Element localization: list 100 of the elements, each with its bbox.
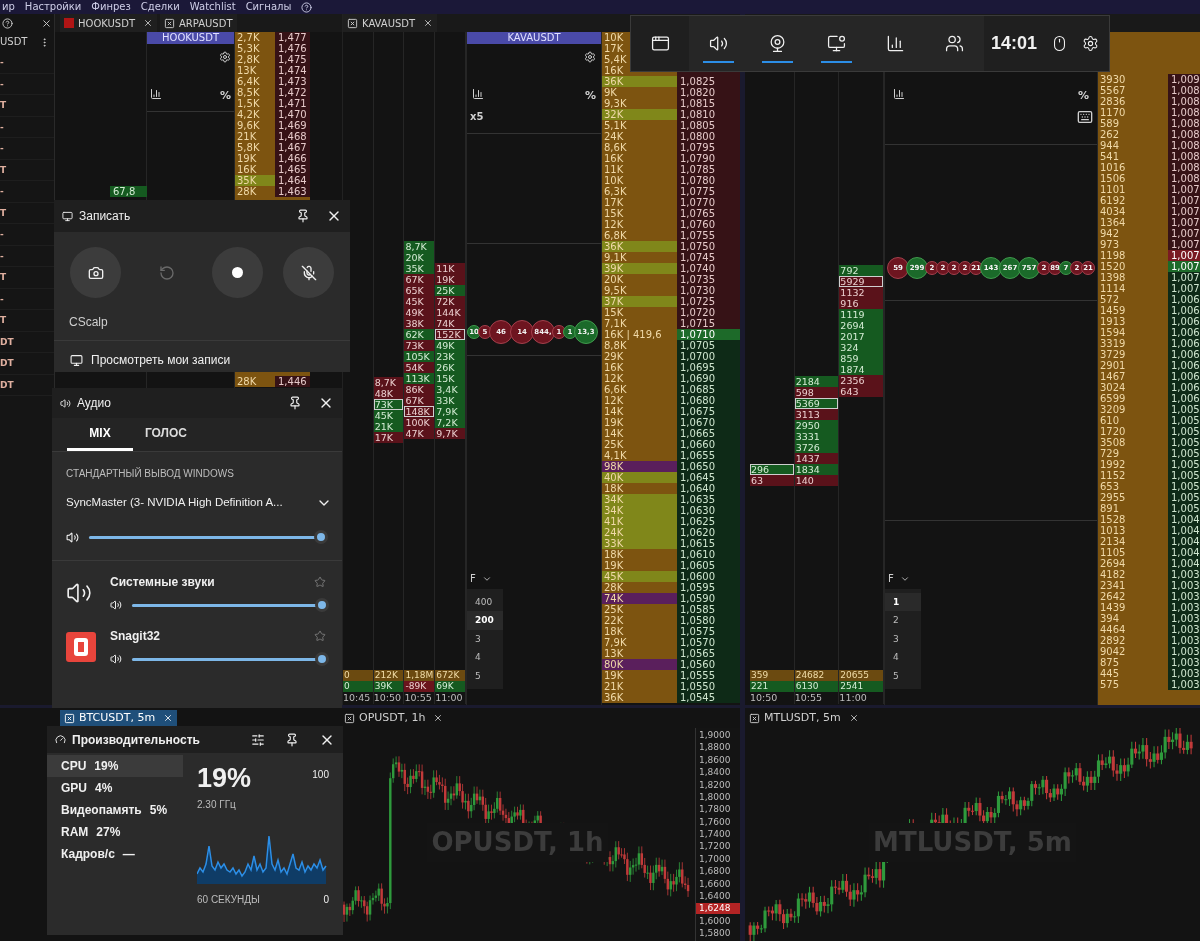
price-cell: 1,003 <box>1168 613 1200 624</box>
chart-tab[interactable]: OPUSDT, 1h <box>340 709 448 727</box>
close-icon[interactable] <box>423 18 434 28</box>
percent-button[interactable]: % <box>1077 88 1089 105</box>
chart-icon[interactable] <box>150 88 162 100</box>
volume-cell: 28K <box>235 186 275 197</box>
filter-option[interactable]: 400 <box>467 592 503 611</box>
star-icon[interactable] <box>314 630 326 643</box>
chart-title: HOOKUSDT <box>147 32 234 44</box>
clock: 14:01 <box>991 32 1038 55</box>
menu-item[interactable]: Настройки <box>24 0 82 14</box>
settings-icon[interactable] <box>219 51 231 63</box>
sidebar-title: USDT <box>0 35 28 49</box>
sliders-icon[interactable] <box>251 732 265 747</box>
axis-label: 1,8400 <box>698 767 732 779</box>
close-icon[interactable] <box>163 713 174 723</box>
price-cell: 1,474 <box>275 65 310 76</box>
cluster-cell: 21K <box>373 421 404 432</box>
filter-option[interactable]: 5 <box>885 666 921 685</box>
volume-cell: 20K <box>602 274 677 285</box>
settings-icon[interactable] <box>1082 35 1100 52</box>
percent-button[interactable]: % <box>584 88 596 105</box>
filter-dropdown[interactable]: F <box>885 568 921 589</box>
audio-tab[interactable]: MIX <box>67 418 133 451</box>
sidebar-item[interactable]: - <box>0 181 54 203</box>
metric-item[interactable]: GPU 4% <box>47 777 183 799</box>
sidebar-item[interactable]: - <box>0 138 54 160</box>
pin-icon[interactable] <box>285 732 299 747</box>
total-cell: 1,18M <box>404 670 435 681</box>
cluster-cell: 1437 <box>794 453 839 464</box>
filter-option[interactable]: 200 <box>467 611 503 630</box>
volume-slider[interactable] <box>132 651 326 668</box>
axis-label: 1,8800 <box>698 742 732 754</box>
pin-icon[interactable] <box>288 396 302 410</box>
capture-button[interactable] <box>70 247 121 298</box>
chart-tab[interactable]: BTCUSDT, 5m <box>60 709 178 727</box>
symbol-tab[interactable]: KAVAUSDT <box>343 14 438 32</box>
cluster-cell: 67K <box>404 274 435 285</box>
star-icon[interactable] <box>314 576 326 589</box>
widget-button[interactable] <box>631 16 689 71</box>
volume-slider[interactable] <box>89 529 326 546</box>
help-icon[interactable] <box>2 17 13 29</box>
sidebar-item[interactable]: - <box>0 116 54 138</box>
close-icon[interactable] <box>143 18 154 28</box>
metric-item[interactable]: Кадров/с — <box>47 843 183 865</box>
price-cell: 1,003 <box>1168 569 1200 580</box>
sidebar-item[interactable]: - <box>0 73 54 95</box>
volume-cell: 18K <box>602 483 677 494</box>
filter-dropdown[interactable]: F <box>467 568 503 589</box>
sidebar-item[interactable]: T <box>0 95 54 117</box>
pin-icon[interactable] <box>296 209 310 223</box>
device-dropdown[interactable]: SyncMaster (3- NVIDIA High Definition A... <box>66 494 332 512</box>
menu-item[interactable]: Сигналы <box>245 0 292 14</box>
menu-item[interactable]: Финрез <box>91 0 131 14</box>
filter-option[interactable]: 4 <box>885 648 921 667</box>
total-cell: 69K <box>435 681 465 692</box>
keyboard-icon[interactable] <box>1077 108 1093 125</box>
filter-option[interactable]: 3 <box>885 629 921 648</box>
cluster-cell: 1119 <box>839 309 883 320</box>
symbol-tab[interactable]: ARPAUSDT <box>160 14 237 32</box>
recordings-link[interactable]: Просмотреть мои записи <box>91 351 231 369</box>
filter-option[interactable]: 3 <box>467 629 503 648</box>
axis-label: 1,7200 <box>698 841 732 853</box>
audio-tab[interactable]: ГОЛОС <box>133 418 199 451</box>
price-cell: 1,008 <box>1168 173 1200 184</box>
volume-cell: 2,7K <box>235 32 275 43</box>
sidebar-item[interactable]: - <box>0 52 54 74</box>
widget-title: Аудио <box>77 395 112 412</box>
chart-tab[interactable]: MTLUSDT, 5m <box>745 709 863 727</box>
symbol-tab[interactable]: HOOKUSDT <box>60 14 158 32</box>
capture-button[interactable] <box>212 247 263 298</box>
price-cell: 1,471 <box>275 98 310 109</box>
price-cell: 1,0670 <box>677 417 740 428</box>
filter-option[interactable]: 4 <box>467 648 503 667</box>
cluster-cell: 2017 <box>839 331 883 342</box>
volume-cell: 19K <box>235 153 275 164</box>
menu-item[interactable]: ир <box>2 0 15 14</box>
volume-slider[interactable] <box>132 597 326 614</box>
chart-icon[interactable] <box>472 88 484 100</box>
cluster-cell: 3,4K <box>435 384 465 395</box>
help-icon[interactable] <box>301 1 313 13</box>
filter-option[interactable]: 2 <box>885 611 921 630</box>
filter-option[interactable]: 5 <box>467 666 503 685</box>
menu-item[interactable]: Сделки <box>140 0 180 14</box>
settings-icon[interactable] <box>584 51 596 63</box>
close-icon[interactable] <box>41 17 52 29</box>
close-icon[interactable] <box>433 713 444 723</box>
close-icon[interactable] <box>848 713 859 723</box>
metric-item[interactable]: Видеопамять 5% <box>47 799 183 821</box>
volume-cell: 37K <box>602 296 677 307</box>
chart-icon[interactable] <box>893 88 905 100</box>
sidebar-item[interactable]: T <box>0 159 54 181</box>
menu-item[interactable]: Watchlist <box>189 0 236 14</box>
volume-cell: 8,8K <box>602 340 677 351</box>
filter-option[interactable]: 1 <box>885 592 921 611</box>
capture-button[interactable] <box>283 247 334 298</box>
percent-button[interactable]: % <box>219 88 231 105</box>
metric-item[interactable]: CPU 19% <box>47 755 183 777</box>
metric-item[interactable]: RAM 27% <box>47 821 183 843</box>
time-span-label: 60 СЕКУНДЫ <box>197 893 260 907</box>
